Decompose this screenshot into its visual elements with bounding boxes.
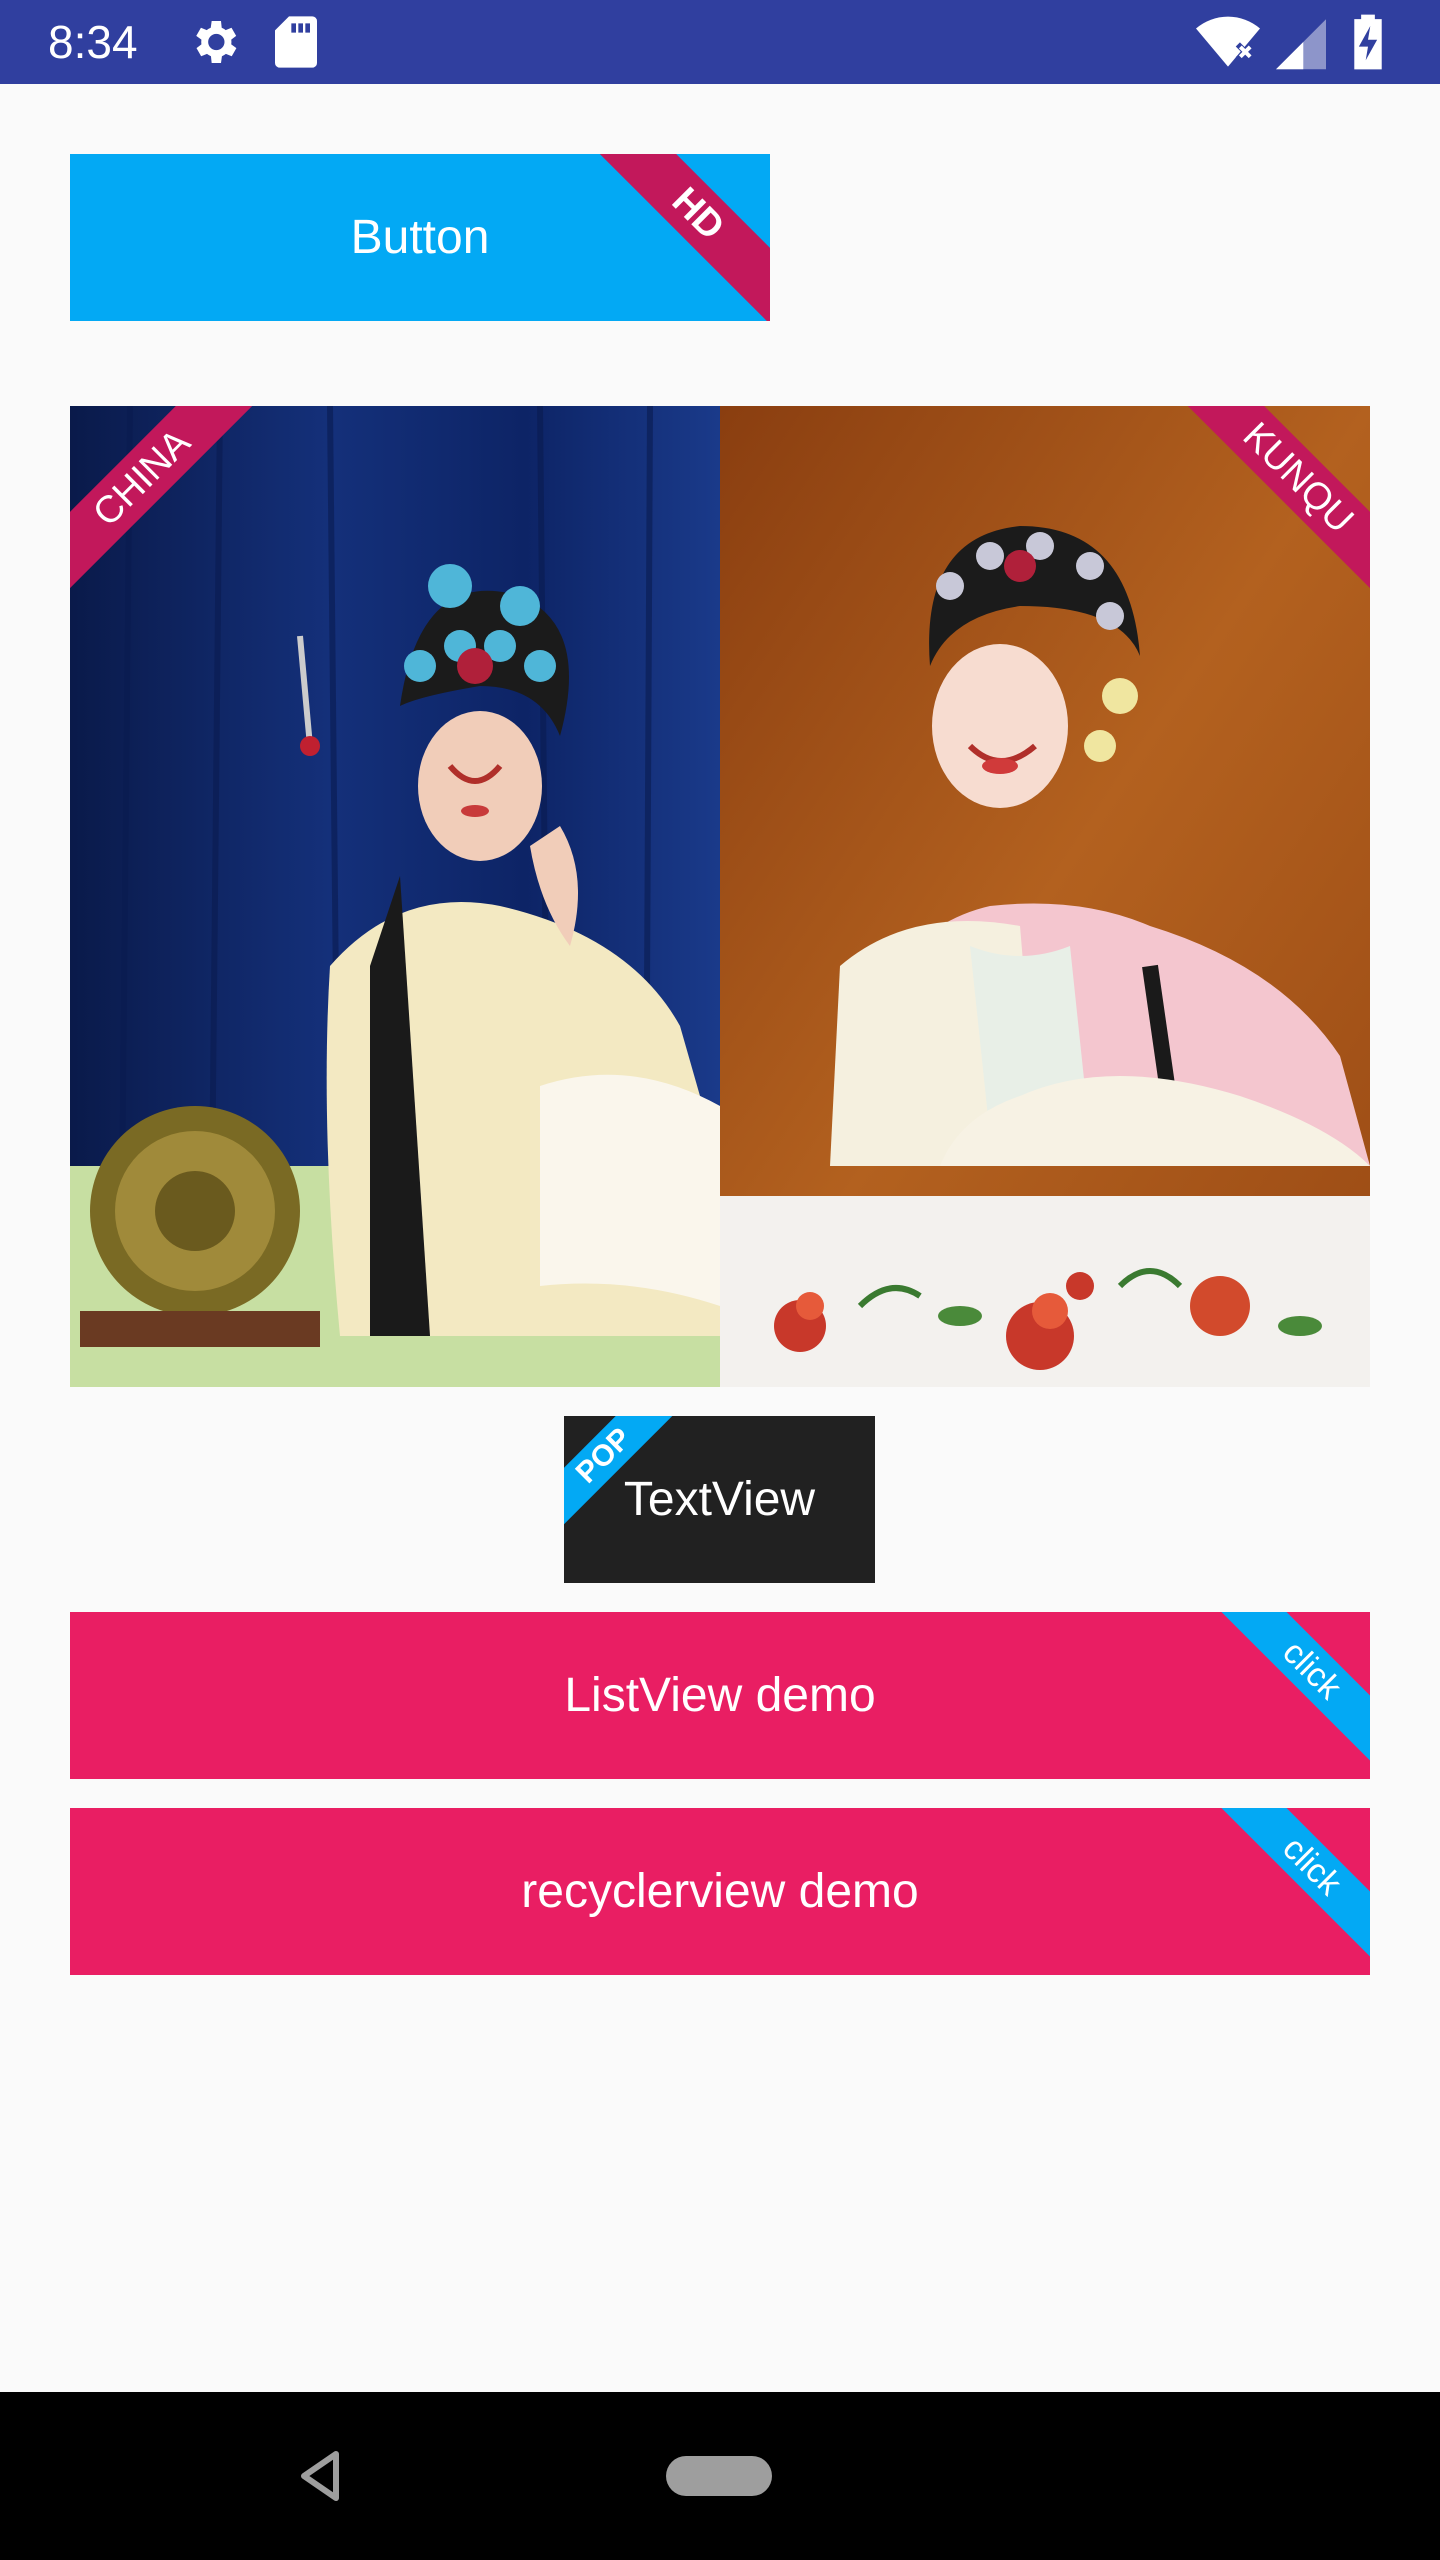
back-icon[interactable] (298, 2450, 342, 2502)
status-bar: 8:34 (0, 0, 1440, 84)
textview-label: TextView (623, 1473, 816, 1526)
photo-china-opera-performer: CHINA (70, 406, 720, 1387)
listview-demo-label: ListView demo (564, 1669, 876, 1722)
button[interactable]: Button HD (70, 154, 770, 321)
home-pill-icon[interactable] (666, 2456, 772, 2496)
recyclerview-demo-label: recyclerview demo (521, 1865, 919, 1918)
signal-icon (1276, 14, 1326, 75)
click-ribbon-listview: click (1203, 1612, 1370, 1779)
performer-illustration-right (720, 406, 1370, 1387)
textview: TextView POP (564, 1416, 875, 1583)
hd-ribbon: HD (579, 154, 770, 321)
wifi-icon (1196, 14, 1260, 75)
navigation-bar (0, 2392, 1440, 2560)
listview-demo-button[interactable]: ListView demo click (70, 1612, 1370, 1779)
performer-illustration-left (70, 406, 720, 1387)
sd-card-icon (274, 14, 318, 75)
button-label: Button (350, 211, 490, 264)
recyclerview-demo-button[interactable]: recyclerview demo click (70, 1808, 1370, 1975)
settings-icon (186, 14, 242, 75)
click-ribbon-recyclerview: click (1203, 1808, 1370, 1975)
status-time: 8:34 (48, 16, 138, 68)
battery-charging-icon (1352, 14, 1384, 75)
photo-kunqu-opera-performer: KUNQU (720, 406, 1370, 1387)
